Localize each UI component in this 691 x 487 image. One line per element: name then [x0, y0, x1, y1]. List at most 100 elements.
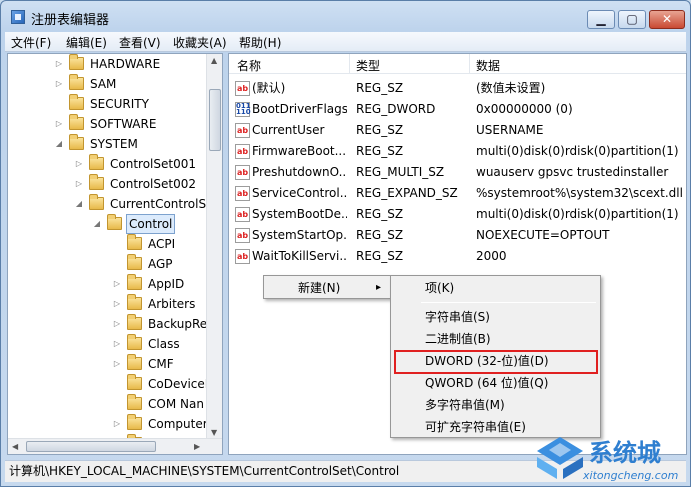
scroll-up-icon[interactable]: ▲: [211, 56, 217, 65]
value-type: REG_SZ: [356, 81, 404, 95]
registry-app-icon: [11, 10, 25, 24]
collapse-arrow-icon[interactable]: ◢: [92, 214, 102, 234]
column-header-data[interactable]: 数据: [476, 57, 500, 74]
expand-arrow-icon[interactable]: ▷: [112, 334, 122, 354]
value-row[interactable]: ab PreshutdownO... REG_MULTI_SZ wuauserv…: [229, 162, 686, 183]
expand-arrow-icon[interactable]: ▷: [112, 354, 122, 374]
tree-item-system[interactable]: ◢ SYSTEM: [8, 134, 208, 154]
value-type: REG_SZ: [356, 207, 404, 221]
tree-vertical-scroll-thumb[interactable]: [209, 89, 221, 151]
tree-item-label: Arbiters: [148, 297, 196, 311]
menu-help[interactable]: 帮助(H): [239, 34, 281, 51]
watermark-name: 系统城: [589, 439, 661, 467]
expand-arrow-icon[interactable]: ▷: [54, 114, 64, 134]
string-value-icon: ab: [235, 207, 250, 222]
submenu-item-string-value[interactable]: 字符串值(S): [393, 307, 598, 328]
collapse-arrow-icon[interactable]: ◢: [74, 194, 84, 214]
tree-item-label: Computer: [148, 417, 208, 431]
scroll-right-icon[interactable]: ▶: [194, 442, 200, 451]
tree-item-security[interactable]: SECURITY: [8, 94, 208, 114]
menu-bar: 文件(F) 编辑(E) 查看(V) 收藏夹(A) 帮助(H): [5, 32, 686, 52]
value-row[interactable]: ab WaitToKillServi... REG_SZ 2000: [229, 246, 686, 267]
expand-arrow-icon[interactable]: ▷: [112, 314, 122, 334]
maximize-button[interactable]: ▢: [618, 10, 646, 29]
tree-item-acpi[interactable]: ACPI: [8, 234, 208, 254]
tree-item-control[interactable]: ◢ Control: [8, 214, 208, 234]
menu-favorites[interactable]: 收藏夹(A): [173, 34, 227, 51]
menu-file[interactable]: 文件(F): [11, 34, 51, 51]
tree-item-appid[interactable]: ▷ AppID: [8, 274, 208, 294]
expand-arrow-icon[interactable]: ▷: [112, 414, 122, 434]
expand-arrow-icon[interactable]: ▷: [112, 294, 122, 314]
tree-item-controlset001[interactable]: ▷ ControlSet001: [8, 154, 208, 174]
column-header-name[interactable]: 名称: [237, 57, 261, 74]
registry-tree: ▷ HARDWARE ▷ SAM SECURITY ▷ SOFTWARE ◢ S…: [8, 54, 208, 442]
tree-item-computername[interactable]: ▷ Computer: [8, 414, 208, 434]
value-name: FirmwareBoot...: [252, 144, 347, 158]
value-name: CurrentUser: [252, 123, 325, 137]
folder-icon: [107, 214, 122, 230]
tree-item-backuprestore[interactable]: ▷ BackupRe: [8, 314, 208, 334]
expand-arrow-icon[interactable]: ▷: [54, 54, 64, 74]
submenu-item-label: QWORD (64 位)值(Q): [425, 376, 549, 390]
submenu-item-binary-value[interactable]: 二进制值(B): [393, 329, 598, 350]
tree-item-codeviceinstallers[interactable]: CoDeviceI: [8, 374, 208, 394]
expand-arrow-icon[interactable]: ▷: [112, 274, 122, 294]
value-data: multi(0)disk(0)rdisk(0)partition(1): [476, 207, 679, 221]
string-value-icon: ab: [235, 186, 250, 201]
tree-horizontal-scroll-thumb[interactable]: [26, 441, 156, 452]
scroll-down-icon[interactable]: ▼: [211, 428, 217, 437]
tree-item-label: SYSTEM: [90, 137, 138, 151]
tree-item-currentcontrolset[interactable]: ◢ CurrentControlSe: [8, 194, 208, 214]
expand-arrow-icon[interactable]: ▷: [54, 74, 64, 94]
folder-icon: [127, 414, 142, 430]
title-bar[interactable]: 注册表编辑器 ▁ ▢ ✕: [1, 1, 690, 32]
tree-item-comnamearbiter[interactable]: COM Nan: [8, 394, 208, 414]
watermark-url: xitongcheng.com: [583, 469, 679, 482]
new-submenu: 项(K) 字符串值(S) 二进制值(B) DWORD (32-位)值(D) QW…: [390, 275, 601, 438]
menu-edit[interactable]: 编辑(E): [66, 34, 107, 51]
menu-view[interactable]: 查看(V): [119, 34, 161, 51]
context-menu-new[interactable]: 新建(N) ▸: [266, 278, 388, 298]
submenu-item-label: 可扩充字符串值(E): [425, 420, 526, 434]
column-divider[interactable]: [349, 54, 350, 74]
value-row[interactable]: 011 110 BootDriverFlags REG_DWORD 0x00000…: [229, 99, 686, 120]
value-type: REG_EXPAND_SZ: [356, 186, 458, 200]
submenu-item-multi-string-value[interactable]: 多字符串值(M): [393, 395, 598, 416]
tree-item-hardware[interactable]: ▷ HARDWARE: [8, 54, 208, 74]
value-row[interactable]: ab FirmwareBoot... REG_SZ multi(0)disk(0…: [229, 141, 686, 162]
value-type: REG_SZ: [356, 249, 404, 263]
tree-item-controlset002[interactable]: ▷ ControlSet002: [8, 174, 208, 194]
value-data: USERNAME: [476, 123, 544, 137]
submenu-item-key[interactable]: 项(K): [393, 278, 598, 299]
column-header-type[interactable]: 类型: [356, 57, 380, 74]
value-row[interactable]: ab ServiceControl... REG_EXPAND_SZ %syst…: [229, 183, 686, 204]
value-type: REG_SZ: [356, 228, 404, 242]
registry-tree-pane[interactable]: ▷ HARDWARE ▷ SAM SECURITY ▷ SOFTWARE ◢ S…: [7, 53, 223, 455]
close-button[interactable]: ✕: [649, 10, 685, 29]
tree-item-arbiters[interactable]: ▷ Arbiters: [8, 294, 208, 314]
submenu-item-qword-value[interactable]: QWORD (64 位)值(Q): [393, 373, 598, 394]
dword-highlight-box: [394, 350, 598, 374]
tree-item-software[interactable]: ▷ SOFTWARE: [8, 114, 208, 134]
tree-item-label: ControlSet002: [110, 177, 196, 191]
value-row[interactable]: ab SystemBootDe... REG_SZ multi(0)disk(0…: [229, 204, 686, 225]
folder-icon: [127, 354, 142, 370]
tree-item-cmf[interactable]: ▷ CMF: [8, 354, 208, 374]
tree-horizontal-scrollbar[interactable]: ◀ ▶: [8, 438, 222, 454]
tree-item-sam[interactable]: ▷ SAM: [8, 74, 208, 94]
collapse-arrow-icon[interactable]: ◢: [54, 134, 64, 154]
tree-vertical-scrollbar[interactable]: ▲ ▼: [206, 54, 222, 440]
registry-editor-window: 注册表编辑器 ▁ ▢ ✕ 文件(F) 编辑(E) 查看(V) 收藏夹(A) 帮助…: [0, 0, 691, 487]
expand-arrow-icon[interactable]: ▷: [74, 174, 84, 194]
expand-arrow-icon[interactable]: ▷: [74, 154, 84, 174]
value-row[interactable]: ab SystemStartOp... REG_SZ NOEXECUTE=OPT…: [229, 225, 686, 246]
tree-item-class[interactable]: ▷ Class: [8, 334, 208, 354]
tree-item-agp[interactable]: AGP: [8, 254, 208, 274]
scroll-left-icon[interactable]: ◀: [12, 442, 18, 451]
column-divider[interactable]: [469, 54, 470, 74]
value-row[interactable]: ab (默认) REG_SZ (数值未设置): [229, 78, 686, 99]
value-row[interactable]: ab CurrentUser REG_SZ USERNAME: [229, 120, 686, 141]
minimize-button[interactable]: ▁: [587, 10, 615, 29]
value-name: ServiceControl...: [252, 186, 347, 200]
